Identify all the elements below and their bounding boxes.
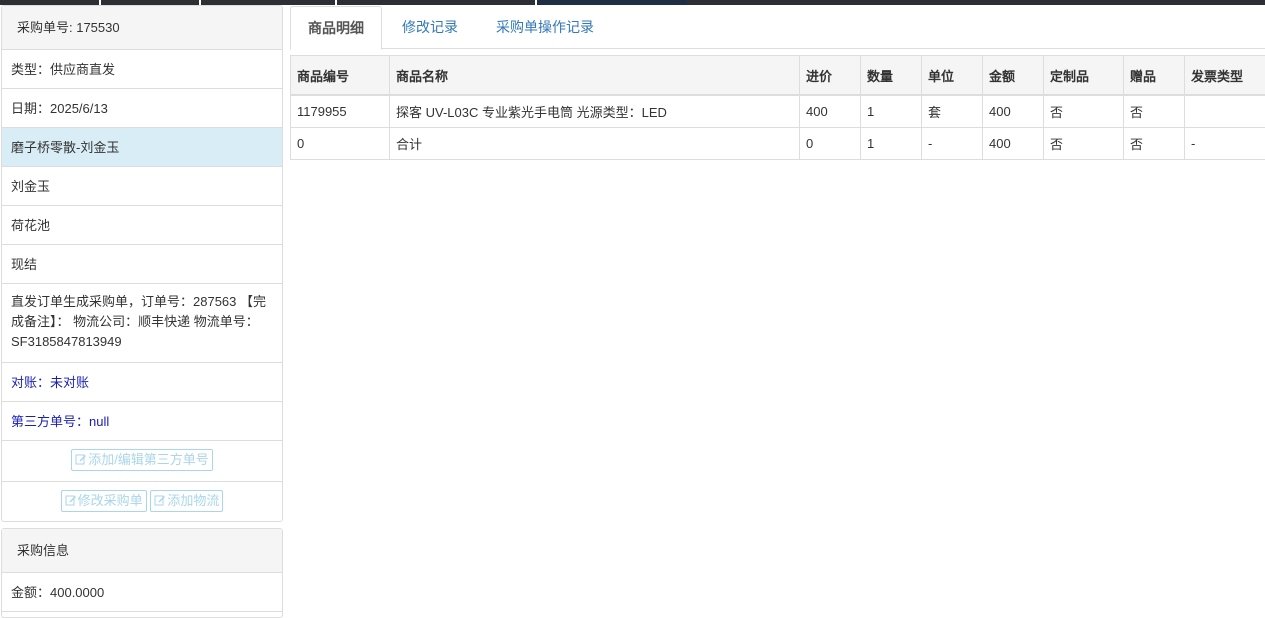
product-code-cell: 0	[291, 128, 390, 160]
third-party-button-row: 添加/编辑第三方单号	[2, 441, 282, 482]
edit-third-party-button[interactable]: 添加/编辑第三方单号	[71, 449, 213, 471]
column-header: 金额	[983, 56, 1044, 96]
purchase-info-panel: 采购信息 金额：400.0000	[1, 528, 283, 618]
column-header: 进价	[800, 56, 861, 96]
custom-product-cell: 否	[1044, 128, 1124, 160]
product-code-cell: 1179955	[291, 95, 390, 128]
gift-cell: 否	[1124, 95, 1185, 128]
tab-operation-records[interactable]: 采购单操作记录	[482, 6, 608, 49]
edit-icon	[75, 453, 87, 465]
product-table: 商品编号 商品名称 进价 数量 单位 金额 定制品 赠品 发票类型 117995…	[290, 55, 1265, 160]
amount-cell: 400	[983, 128, 1044, 160]
column-header: 商品名称	[390, 56, 800, 96]
top-nav-tab-active[interactable]	[537, 0, 687, 5]
contact-person: 刘金玉	[2, 167, 282, 206]
custom-product-cell: 否	[1044, 95, 1124, 128]
edit-order-button[interactable]: 修改采购单	[61, 490, 147, 512]
column-header: 定制品	[1044, 56, 1124, 96]
invoice-type-cell: -	[1185, 128, 1265, 160]
unit-cell: -	[922, 128, 983, 160]
tab-modify-records[interactable]: 修改记录	[388, 6, 472, 49]
amount-cell: 400	[983, 95, 1044, 128]
column-header: 赠品	[1124, 56, 1185, 96]
location: 荷花池	[2, 206, 282, 245]
edit-order-label: 修改采购单	[78, 493, 143, 508]
column-header: 发票类型	[1185, 56, 1265, 96]
order-remark: 直发订单生成采购单，订单号：287563 【完成备注】： 物流公司：顺丰快递 物…	[2, 284, 282, 363]
quantity-cell: 1	[861, 95, 922, 128]
purchase-price-cell: 400	[800, 95, 861, 128]
add-logistics-label: 添加物流	[167, 493, 219, 508]
table-header-row: 商品编号 商品名称 进价 数量 单位 金额 定制品 赠品 发票类型	[291, 56, 1265, 96]
edit-icon	[65, 494, 77, 506]
quantity-cell: 1	[861, 128, 922, 160]
purchase-order-panel: 采购单号: 175530 类型：供应商直发 日期：2025/6/13 磨子桥零散…	[1, 5, 283, 522]
column-header: 商品编号	[291, 56, 390, 96]
payment-method: 现结	[2, 245, 282, 284]
table-row: 0 合计 0 1 - 400 否 否 -	[291, 128, 1265, 160]
top-nav-tab[interactable]	[337, 0, 535, 5]
product-name-cell: 探客 UV-L03C 专业紫光手电筒 光源类型：LED	[390, 95, 800, 128]
top-nav-tab[interactable]	[687, 0, 1265, 5]
column-header: 数量	[861, 56, 922, 96]
gift-cell: 否	[1124, 128, 1185, 160]
order-type: 类型：供应商直发	[2, 50, 282, 89]
order-date: 日期：2025/6/13	[2, 89, 282, 128]
tab-product-details[interactable]: 商品明细	[290, 6, 382, 50]
detail-tabs: 商品明细 修改记录 采购单操作记录	[290, 6, 1265, 49]
purchase-order-number: 采购单号: 175530	[2, 6, 282, 50]
purchase-amount: 金额：400.0000	[2, 573, 282, 612]
invoice-type-cell	[1185, 95, 1265, 128]
purchase-price-cell: 0	[800, 128, 861, 160]
edit-icon	[154, 494, 166, 506]
product-name-cell: 合计	[390, 128, 800, 160]
reconcile-status: 对账：未对账	[2, 363, 282, 402]
third-party-number: 第三方单号：null	[2, 402, 282, 441]
edit-third-party-label: 添加/编辑第三方单号	[88, 452, 209, 467]
table-row: 1179955 探客 UV-L03C 专业紫光手电筒 光源类型：LED 400 …	[291, 95, 1265, 128]
column-header: 单位	[922, 56, 983, 96]
add-logistics-button[interactable]: 添加物流	[150, 490, 223, 512]
unit-cell: 套	[922, 95, 983, 128]
order-action-button-row: 修改采购单 添加物流	[2, 482, 282, 522]
store-name: 磨子桥零散-刘金玉	[2, 128, 282, 167]
purchase-info-heading: 采购信息	[2, 529, 282, 573]
